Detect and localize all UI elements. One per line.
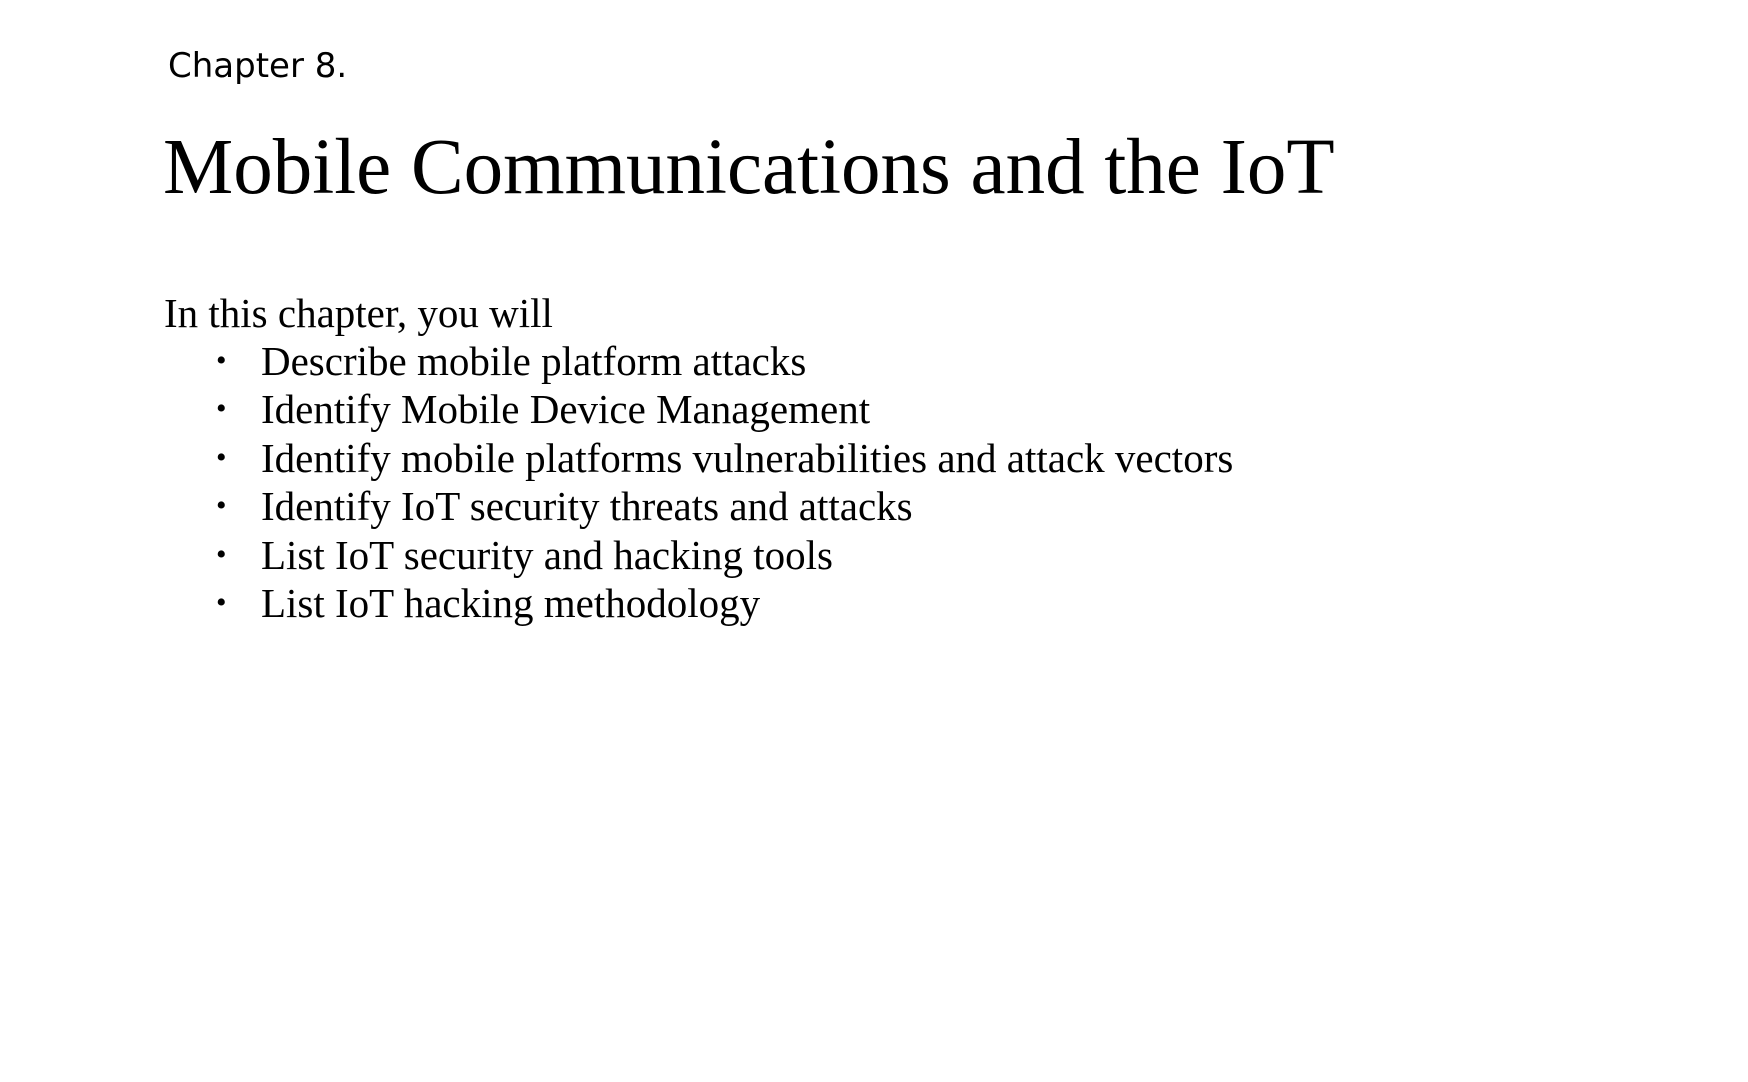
- objective-item: • Identify mobile platforms vulnerabiliti…: [210, 434, 1233, 482]
- bullet-icon: •: [216, 440, 227, 474]
- objective-text: Identify IoT security threats and attack…: [261, 483, 913, 530]
- document-page: Chapter 8. Mobile Communications and the…: [0, 0, 1748, 1082]
- objective-text: List IoT security and hacking tools: [261, 531, 833, 578]
- objective-item: • List IoT security and hacking tools: [210, 531, 1233, 579]
- bullet-icon: •: [216, 586, 227, 620]
- objective-text: List IoT hacking methodology: [261, 580, 761, 627]
- chapter-number: Chapter 8.: [168, 46, 348, 86]
- objective-item: • Describe mobile platform attacks: [210, 337, 1233, 385]
- bullet-icon: •: [216, 392, 227, 426]
- chapter-intro: In this chapter, you will: [164, 290, 553, 336]
- objectives-list: • Describe mobile platform attacks • Ident…: [210, 337, 1233, 627]
- objective-text: Describe mobile platform attacks: [261, 338, 807, 384]
- objective-item: • Identify Mobile Device Management: [210, 385, 1233, 433]
- objective-text: Identify Mobile Device Management: [261, 386, 871, 433]
- bullet-icon: •: [216, 344, 227, 377]
- bullet-icon: •: [216, 537, 227, 571]
- objective-item: • List IoT hacking methodology: [210, 579, 1233, 627]
- chapter-title: Mobile Communications and the IoT: [163, 124, 1335, 211]
- objective-text: Identify mobile platforms vulnerabilitie…: [261, 434, 1234, 481]
- bullet-icon: •: [216, 489, 227, 523]
- objective-item: • Identify IoT security threats and attac…: [210, 482, 1233, 530]
